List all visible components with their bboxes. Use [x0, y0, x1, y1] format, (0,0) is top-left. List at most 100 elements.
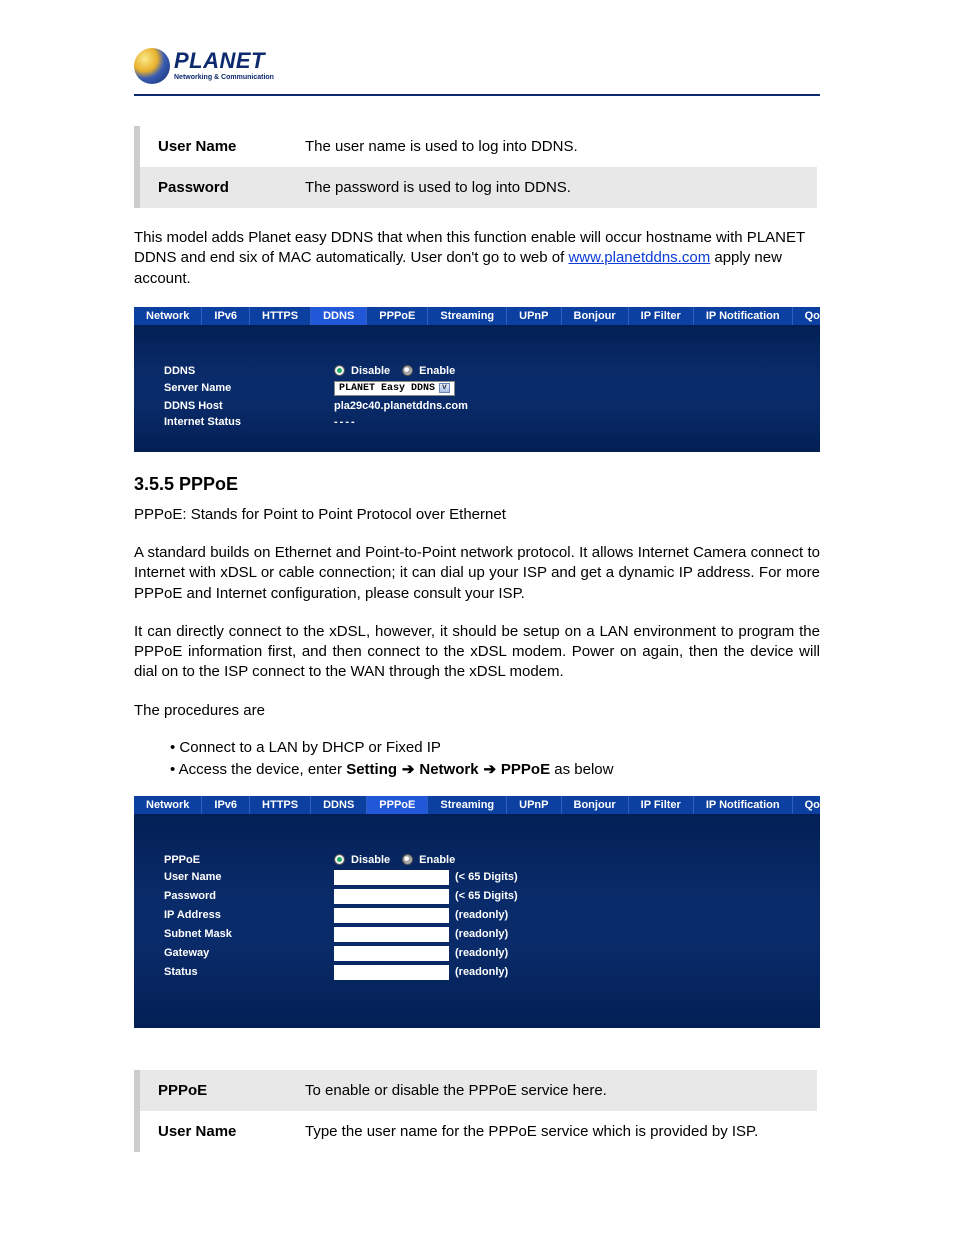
- tab-upnp[interactable]: UPnP: [507, 796, 561, 814]
- tab-row: Network IPv6 HTTPS DDNS PPPoE Streaming …: [134, 307, 820, 325]
- hint-readonly: (readonly): [455, 928, 508, 940]
- tab-ddns[interactable]: DDNS: [311, 796, 367, 814]
- tab-upnp[interactable]: UPnP: [507, 307, 561, 325]
- tab-network[interactable]: Network: [134, 307, 202, 325]
- table-row: Password The password is used to log int…: [137, 167, 817, 208]
- hint-digits: (< 65 Digits): [455, 890, 518, 902]
- def-desc: The password is used to log into DDNS.: [287, 167, 817, 208]
- label-password: Password: [164, 890, 334, 902]
- tab-ipv6[interactable]: IPv6: [202, 796, 250, 814]
- tab-streaming[interactable]: Streaming: [428, 796, 507, 814]
- hint-readonly: (readonly): [455, 947, 508, 959]
- tab-qos[interactable]: QoS: [793, 796, 840, 814]
- row-pppoe-enable: PPPoE Disable Enable: [164, 854, 790, 866]
- list-item: Access the device, enter Setting ➔ Netwo…: [170, 760, 820, 778]
- label-ddns: DDNS: [164, 365, 334, 377]
- def-desc: The user name is used to log into DDNS.: [287, 126, 817, 167]
- table-row: User Name The user name is used to log i…: [137, 126, 817, 167]
- section-title: 3.5.5 PPPoE: [134, 474, 820, 495]
- tab-ddns[interactable]: DDNS: [311, 307, 367, 325]
- def-label: PPPoE: [137, 1070, 287, 1111]
- brand-name: PLANET: [174, 51, 274, 72]
- row-subnet-mask: Subnet Mask (readonly): [164, 927, 790, 942]
- page-header: PLANET Networking & Communication: [134, 48, 820, 96]
- value-ddns-host: pla29c40.planetddns.com: [334, 400, 468, 412]
- radio-disable-label: Disable: [351, 854, 390, 866]
- tab-pppoe[interactable]: PPPoE: [367, 796, 428, 814]
- pppoe-panel-body: PPPoE Disable Enable User Name (< 65 Dig…: [134, 814, 820, 1028]
- def-label: User Name: [137, 1111, 287, 1152]
- brand-logo: PLANET Networking & Communication: [134, 48, 820, 84]
- tab-ip-filter[interactable]: IP Filter: [629, 796, 694, 814]
- radio-enable-label: Enable: [419, 365, 455, 377]
- pppoe-config-screenshot: Network IPv6 HTTPS DDNS PPPoE Streaming …: [134, 796, 820, 1028]
- radio-disable[interactable]: [334, 365, 345, 376]
- hint-readonly: (readonly): [455, 909, 508, 921]
- ddns-panel-body: DDNS Disable Enable Server Name PLANET E…: [134, 325, 820, 452]
- label-ddns-host: DDNS Host: [164, 400, 334, 412]
- definition-table-pppoe: PPPoE To enable or disable the PPPoE ser…: [134, 1070, 820, 1152]
- row-ddns-enable: DDNS Disable Enable: [164, 365, 790, 377]
- arrow-right-icon: ➔: [483, 760, 497, 778]
- value-internet-status: ----: [334, 416, 357, 428]
- def-desc: To enable or disable the PPPoE service h…: [287, 1070, 817, 1111]
- row-internet-status: Internet Status ----: [164, 416, 790, 428]
- brand-tagline: Networking & Communication: [174, 74, 274, 81]
- hint-digits: (< 65 Digits): [455, 871, 518, 883]
- tab-ip-filter[interactable]: IP Filter: [629, 307, 694, 325]
- radio-disable[interactable]: [334, 854, 345, 865]
- row-user-name: User Name (< 65 Digits): [164, 870, 790, 885]
- tab-https[interactable]: HTTPS: [250, 307, 311, 325]
- radio-enable-label: Enable: [419, 854, 455, 866]
- def-label: User Name: [137, 126, 287, 167]
- row-status: Status (readonly): [164, 965, 790, 980]
- procedures-label: The procedures are: [134, 701, 820, 721]
- brand-text: PLANET Networking & Communication: [174, 51, 274, 81]
- globe-icon: [134, 48, 170, 84]
- label-server-name: Server Name: [164, 382, 334, 394]
- label-subnet-mask: Subnet Mask: [164, 928, 334, 940]
- input-status: [334, 965, 449, 980]
- tab-bonjour[interactable]: Bonjour: [562, 307, 629, 325]
- input-password[interactable]: [334, 889, 449, 904]
- tab-ipv6[interactable]: IPv6: [202, 307, 250, 325]
- label-internet-status: Internet Status: [164, 416, 334, 428]
- procedure-list: Connect to a LAN by DHCP or Fixed IP Acc…: [170, 739, 820, 778]
- tab-ip-notification[interactable]: IP Notification: [694, 796, 793, 814]
- hint-readonly: (readonly): [455, 966, 508, 978]
- pppoe-def: PPPoE: Stands for Point to Point Protoco…: [134, 505, 820, 525]
- header-rule: [134, 94, 820, 96]
- definition-table-ddns: User Name The user name is used to log i…: [134, 126, 820, 208]
- arrow-right-icon: ➔: [401, 760, 415, 778]
- planetddns-link[interactable]: www.planetddns.com: [568, 249, 710, 266]
- tab-qos[interactable]: QoS: [793, 307, 840, 325]
- row-ddns-host: DDNS Host pla29c40.planetddns.com: [164, 400, 790, 412]
- tab-streaming[interactable]: Streaming: [428, 307, 507, 325]
- label-ip-address: IP Address: [164, 909, 334, 921]
- tab-network[interactable]: Network: [134, 796, 202, 814]
- intro-paragraph: This model adds Planet easy DDNS that wh…: [134, 228, 820, 289]
- label-user-name: User Name: [164, 871, 334, 883]
- tab-bonjour[interactable]: Bonjour: [562, 796, 629, 814]
- chevron-down-icon: v: [439, 383, 450, 393]
- tab-https[interactable]: HTTPS: [250, 796, 311, 814]
- input-gateway: [334, 946, 449, 961]
- def-label: Password: [137, 167, 287, 208]
- row-server-name: Server Name PLANET Easy DDNS v: [164, 381, 790, 396]
- def-desc: Type the user name for the PPPoE service…: [287, 1111, 817, 1152]
- select-server-name[interactable]: PLANET Easy DDNS v: [334, 381, 455, 396]
- input-user-name[interactable]: [334, 870, 449, 885]
- tab-ip-notification[interactable]: IP Notification: [694, 307, 793, 325]
- pppoe-paragraph-2: It can directly connect to the xDSL, how…: [134, 622, 820, 683]
- list-item: Connect to a LAN by DHCP or Fixed IP: [170, 739, 820, 756]
- ddns-config-screenshot: Network IPv6 HTTPS DDNS PPPoE Streaming …: [134, 307, 820, 452]
- tab-pppoe[interactable]: PPPoE: [367, 307, 428, 325]
- radio-enable[interactable]: [402, 365, 413, 376]
- radio-enable[interactable]: [402, 854, 413, 865]
- label-gateway: Gateway: [164, 947, 334, 959]
- input-subnet-mask: [334, 927, 449, 942]
- label-pppoe: PPPoE: [164, 854, 334, 866]
- table-row: User Name Type the user name for the PPP…: [137, 1111, 817, 1152]
- pppoe-paragraph-1: A standard builds on Ethernet and Point-…: [134, 543, 820, 604]
- row-gateway: Gateway (readonly): [164, 946, 790, 961]
